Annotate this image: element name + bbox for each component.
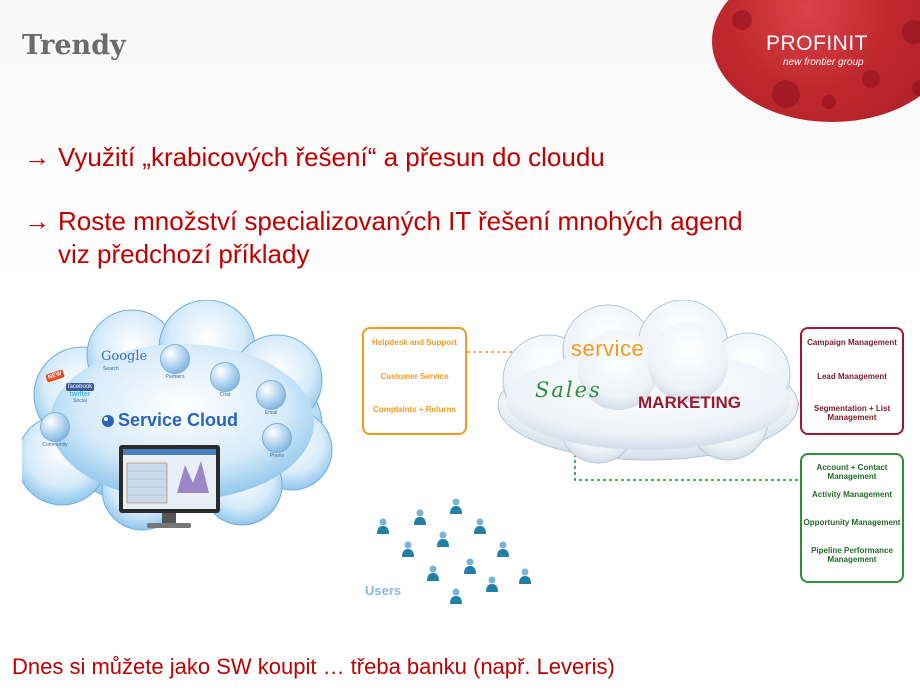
user-icon	[450, 588, 462, 604]
user-icon	[437, 531, 449, 547]
user-icon	[377, 518, 389, 534]
users-group	[377, 498, 531, 604]
user-icon	[450, 498, 462, 514]
user-icon	[497, 541, 509, 557]
user-icon	[519, 568, 531, 584]
user-icon	[464, 558, 476, 574]
user-icon	[474, 518, 486, 534]
footer-text: Dnes si můžete jako SW koupit … třeba ba…	[12, 654, 615, 679]
user-icon	[427, 565, 439, 581]
users-label: Users	[365, 583, 402, 598]
user-icon	[414, 509, 426, 525]
user-icon	[402, 541, 414, 557]
user-icon	[486, 576, 498, 592]
